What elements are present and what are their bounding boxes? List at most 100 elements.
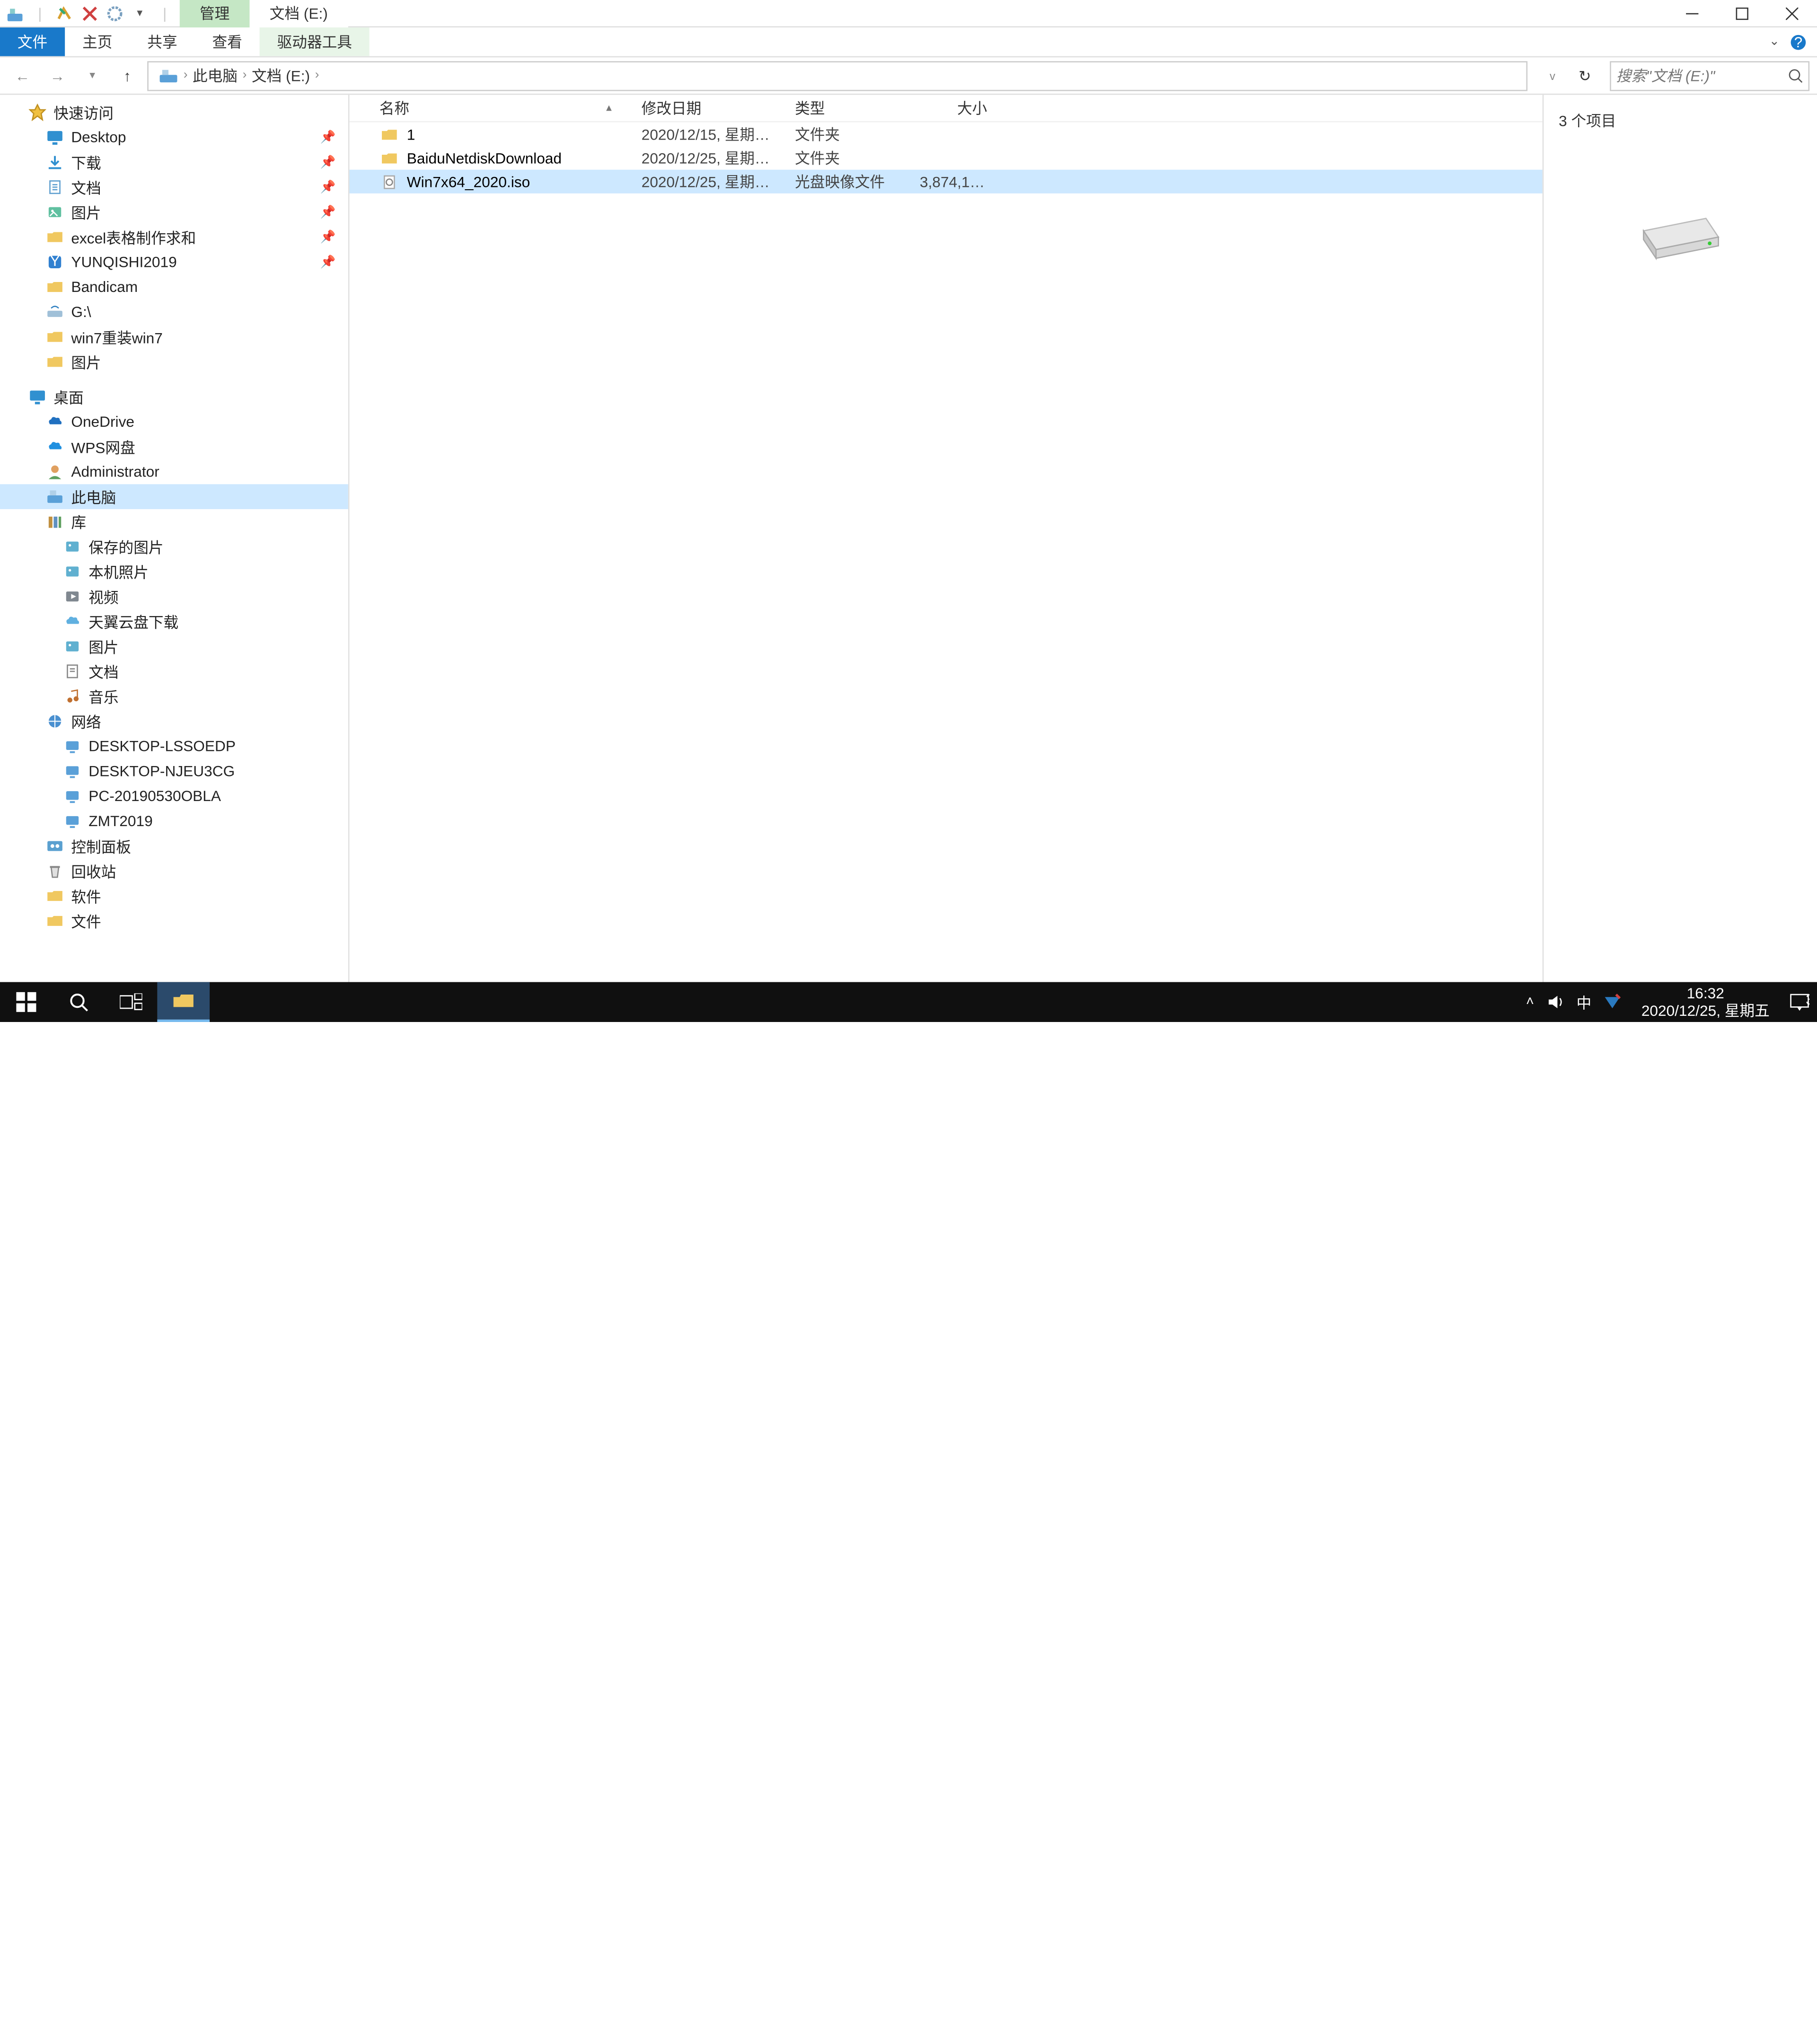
chevron-right-icon[interactable]: ›	[315, 69, 319, 82]
tab-drive-tools[interactable]: 驱动器工具	[260, 27, 370, 56]
nav-network-pc[interactable]: DESKTOP-NJEU3CG	[0, 759, 348, 784]
properties-icon[interactable]	[55, 3, 75, 23]
folder-icon	[45, 327, 65, 347]
tray-chevron-up-icon[interactable]: ˄	[1526, 995, 1534, 1010]
nav-desktop-item[interactable]: Administrator	[0, 459, 348, 485]
nav-lib-item[interactable]: 本机照片	[0, 559, 348, 584]
maximize-button[interactable]	[1717, 0, 1767, 27]
breadcrumb-current[interactable]: 文档 (E:)	[247, 65, 315, 86]
back-button[interactable]: ←	[8, 61, 37, 90]
nav-lib-item[interactable]: 保存的图片	[0, 534, 348, 559]
tray-app-icon[interactable]	[1604, 993, 1622, 1011]
main-area: 快速访问 Desktop📌下载📌文档📌图片📌excel表格制作求和📌YYUNQI…	[0, 95, 1817, 995]
nav-desktop-item[interactable]: 库	[0, 509, 348, 534]
nav-desktop-item[interactable]: WPS网盘	[0, 434, 348, 459]
list-pane: 名称▴ 修改日期 类型 大小 12020/12/15, 星期二 1...文件夹B…	[349, 95, 1542, 995]
recycle-icon	[45, 861, 65, 881]
nav-lib-item[interactable]: 视频	[0, 584, 348, 609]
nav-label: 视频	[88, 586, 118, 607]
taskbar-search-icon[interactable]	[53, 982, 105, 1022]
nav-quick-access[interactable]: 快速访问	[0, 100, 348, 125]
search-box[interactable]	[1610, 61, 1809, 90]
address-dropdown-icon[interactable]: v	[1537, 61, 1567, 90]
recent-dropdown-icon[interactable]: ▾	[78, 61, 107, 90]
nav-lib-item[interactable]: 音乐	[0, 684, 348, 709]
nav-desktop-item[interactable]: OneDrive	[0, 409, 348, 434]
file-row[interactable]: BaiduNetdiskDownload2020/12/25, 星期五 1...…	[349, 146, 1542, 170]
library-icon	[45, 511, 65, 531]
nav-qa-item[interactable]: 图片📌	[0, 200, 348, 225]
nav-desktop-item[interactable]: 此电脑	[0, 484, 348, 509]
nav-label: Administrator	[71, 463, 159, 480]
nav-desktop-root[interactable]: 桌面	[0, 384, 348, 409]
file-row[interactable]: 12020/12/15, 星期二 1...文件夹	[349, 122, 1542, 146]
col-size[interactable]: 大小	[910, 97, 997, 119]
nav-qa-item[interactable]: 图片	[0, 349, 348, 374]
help-icon[interactable]: ?	[1790, 33, 1807, 51]
nav-qa-item[interactable]: G:\	[0, 300, 348, 325]
nav-qa-item[interactable]: 文档📌	[0, 175, 348, 200]
up-button[interactable]: ↑	[112, 61, 142, 90]
wps-icon	[45, 437, 65, 457]
tab-home[interactable]: 主页	[65, 27, 130, 56]
chevron-right-icon[interactable]: ›	[184, 69, 188, 82]
tab-share[interactable]: 共享	[130, 27, 194, 56]
volume-icon[interactable]	[1546, 993, 1564, 1011]
breadcrumb-bar[interactable]: › 此电脑 › 文档 (E:) ›	[147, 61, 1527, 90]
nav-qa-item[interactable]: win7重装win7	[0, 325, 348, 350]
nav-lib-item[interactable]: 天翼云盘下载	[0, 609, 348, 634]
col-date[interactable]: 修改日期	[632, 97, 785, 119]
task-view-icon[interactable]	[105, 982, 158, 1022]
file-date: 2020/12/25, 星期五 1...	[632, 147, 785, 168]
sort-asc-icon: ▴	[597, 101, 622, 115]
tab-file[interactable]: 文件	[0, 27, 65, 56]
undo-gear-icon[interactable]	[105, 3, 125, 23]
taskbar-explorer[interactable]	[157, 982, 210, 1022]
nav-network-pc[interactable]: PC-20190530OBLA	[0, 784, 348, 809]
chevron-right-icon[interactable]: ›	[243, 69, 247, 82]
nav-network-pc[interactable]: DESKTOP-LSSOEDP	[0, 734, 348, 759]
nav-control-panel[interactable]: 控制面板	[0, 834, 348, 859]
breadcrumb-pc-icon[interactable]	[153, 67, 183, 84]
refresh-icon[interactable]: ↻	[1570, 61, 1600, 90]
file-rows[interactable]: 12020/12/15, 星期二 1...文件夹BaiduNetdiskDown…	[349, 122, 1542, 995]
nav-label: 快速访问	[53, 102, 114, 123]
qat-dropdown-icon[interactable]: ▾	[130, 3, 150, 23]
nav-recycle-bin[interactable]: 回收站	[0, 859, 348, 884]
ime-indicator[interactable]: 中	[1577, 991, 1592, 1013]
file-row[interactable]: Win7x64_2020.iso2020/12/25, 星期五 1...光盘映像…	[349, 170, 1542, 194]
nav-network[interactable]: 网络	[0, 709, 348, 734]
nav-qa-item[interactable]: excel表格制作求和📌	[0, 225, 348, 250]
svg-text:3: 3	[1806, 993, 1809, 1008]
nav-qa-item[interactable]: 下载📌	[0, 150, 348, 175]
ribbon-expand-icon[interactable]: ⌄	[1769, 35, 1780, 49]
start-button[interactable]	[0, 982, 53, 1022]
nav-lib-item[interactable]: 图片	[0, 634, 348, 659]
nav-qa-item[interactable]: YYUNQISHI2019📌	[0, 249, 348, 274]
nav-software-folder[interactable]: 软件	[0, 883, 348, 908]
taskbar-clock[interactable]: 16:32 2020/12/25, 星期五	[1634, 984, 1777, 1020]
file-name: 1	[407, 125, 415, 143]
nav-docs-folder[interactable]: 文件	[0, 908, 348, 934]
tab-view[interactable]: 查看	[195, 27, 260, 56]
minimize-button[interactable]	[1667, 0, 1717, 27]
col-name[interactable]: 名称▴	[370, 97, 632, 119]
nav-qa-item[interactable]: Bandicam	[0, 274, 348, 300]
action-center-icon[interactable]: 3	[1790, 993, 1809, 1011]
search-icon[interactable]	[1788, 68, 1803, 83]
nav-qa-item[interactable]: Desktop📌	[0, 125, 348, 150]
pin-icon: 📌	[320, 131, 336, 144]
breadcrumb-this-pc[interactable]: 此电脑	[188, 65, 243, 86]
lib-pic-icon	[62, 537, 82, 556]
col-type[interactable]: 类型	[785, 97, 910, 119]
forward-button[interactable]: →	[43, 61, 72, 90]
delete-x-icon[interactable]	[80, 3, 100, 23]
app-icon[interactable]	[5, 3, 25, 23]
navigation-pane[interactable]: 快速访问 Desktop📌下载📌文档📌图片📌excel表格制作求和📌YYUNQI…	[0, 95, 349, 995]
titlebar: | ▾ | 管理 文档 (E:)	[0, 0, 1817, 27]
nav-network-pc[interactable]: ZMT2019	[0, 809, 348, 834]
close-button[interactable]	[1767, 0, 1817, 27]
search-input[interactable]	[1616, 67, 1803, 84]
nav-label: ZMT2019	[88, 812, 152, 830]
nav-lib-item[interactable]: 文档	[0, 659, 348, 684]
